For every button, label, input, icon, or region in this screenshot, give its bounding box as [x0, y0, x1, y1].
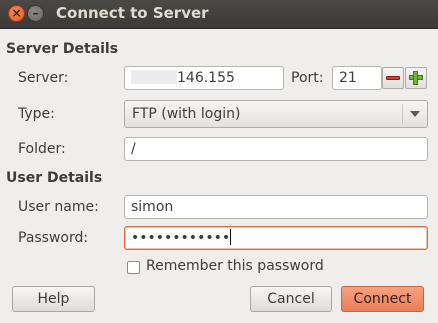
cancel-button[interactable]: Cancel [250, 286, 332, 312]
password-label: Password: [18, 230, 89, 246]
server-details-heading: Server Details [6, 41, 119, 57]
dropdown-separator [402, 104, 403, 124]
connect-button[interactable]: Connect [341, 286, 424, 312]
remember-password-label[interactable]: Remember this password [146, 258, 324, 274]
type-dropdown[interactable]: FTP (with login) [124, 100, 428, 128]
server-value: 146.155 [177, 70, 235, 86]
port-label: Port: [291, 70, 324, 86]
remember-password-checkbox[interactable] [127, 261, 140, 274]
window-title: Connect to Server [56, 4, 209, 22]
close-icon[interactable]: × [8, 5, 25, 22]
username-field[interactable]: simon [124, 195, 428, 219]
text-caret [230, 229, 232, 245]
folder-field[interactable]: / [124, 137, 428, 161]
type-label: Type: [18, 106, 55, 122]
server-field[interactable]: 146.155 [124, 66, 284, 90]
folder-label: Folder: [18, 141, 66, 157]
user-details-heading: User Details [6, 170, 103, 186]
port-increment-button[interactable] [405, 67, 427, 89]
port-field[interactable]: 21 [332, 66, 382, 90]
server-label: Server: [18, 70, 69, 86]
help-button[interactable]: Help [12, 286, 95, 312]
minimize-icon[interactable]: – [27, 5, 44, 22]
type-dropdown-value: FTP (with login) [132, 106, 241, 122]
password-value: •••••••••••• [131, 230, 231, 246]
minus-icon [386, 76, 400, 80]
title-bar: × – Connect to Server [0, 0, 438, 29]
port-decrement-button[interactable] [382, 67, 404, 89]
redacted-region [131, 70, 177, 84]
password-field[interactable]: •••••••••••• [124, 226, 428, 250]
chevron-down-icon [410, 111, 420, 117]
username-label: User name: [18, 199, 99, 215]
